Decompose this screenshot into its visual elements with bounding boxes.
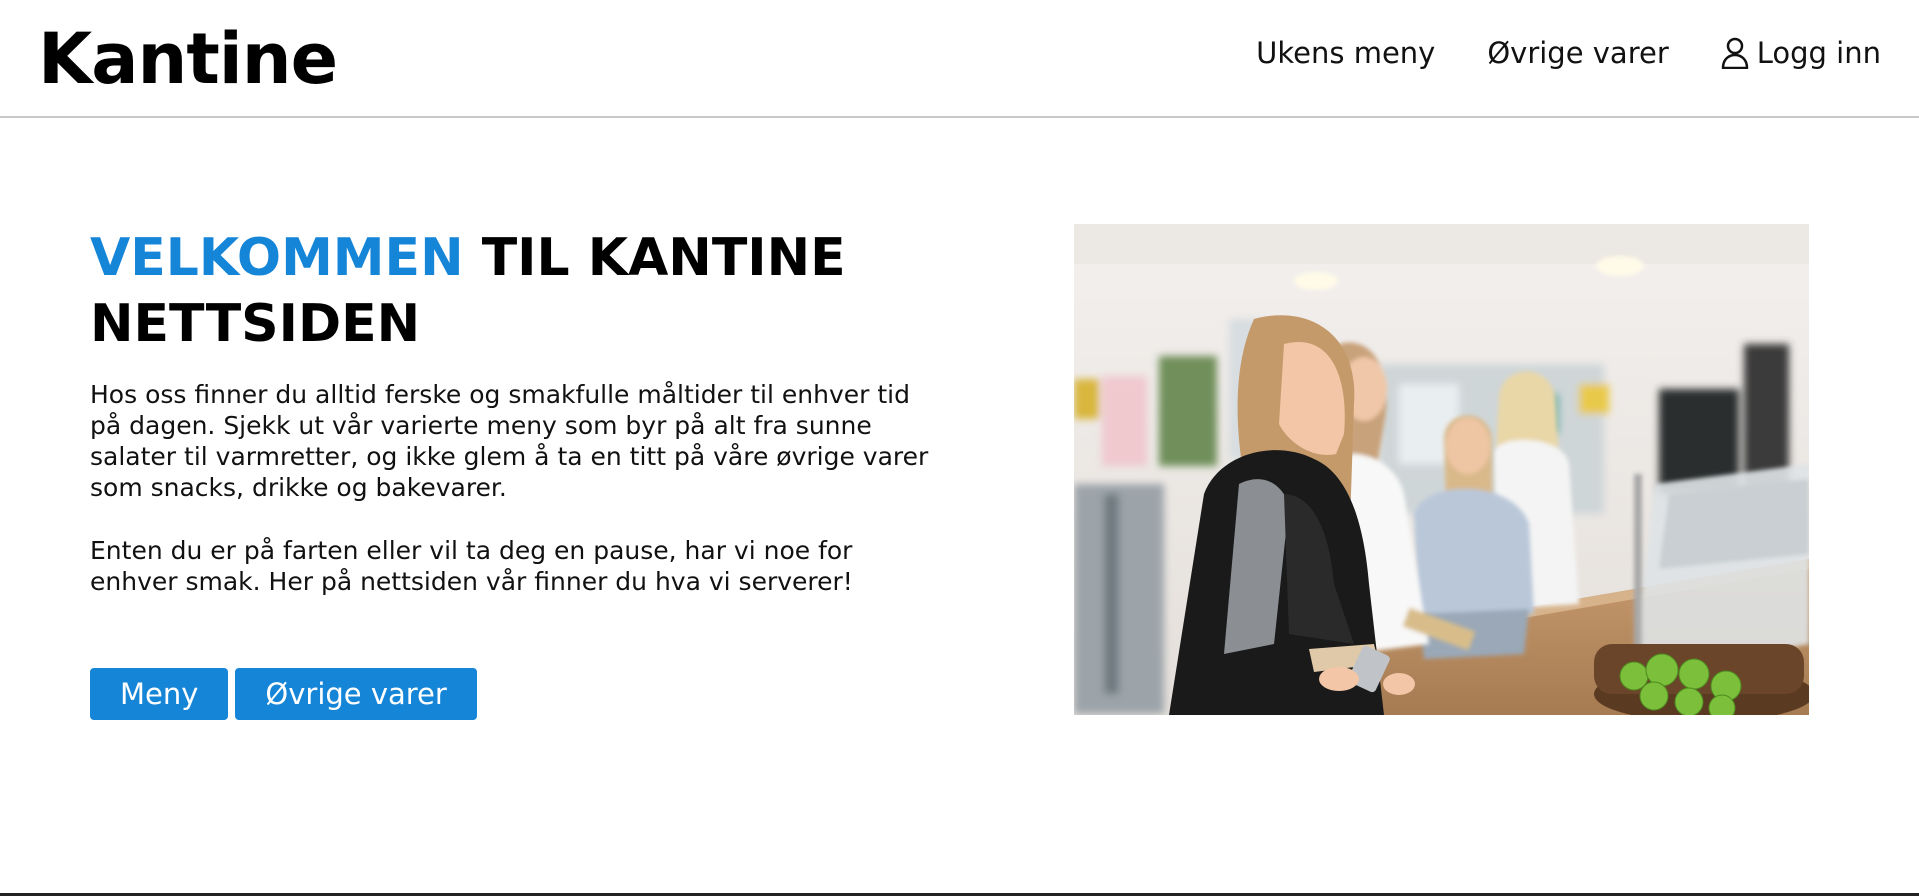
- hero-paragraph-1: Hos oss finner du alltid ferske og smakf…: [90, 380, 929, 502]
- nav-link-label: Ukens meny: [1256, 36, 1436, 70]
- hero-title: VELKOMMEN TIL KANTINE NETTSIDEN: [90, 225, 930, 357]
- brand-logo[interactable]: Kantine: [38, 14, 338, 104]
- menu-button[interactable]: Meny: [90, 668, 229, 720]
- cafeteria-photo: [1074, 224, 1809, 715]
- nav-link-label: Logg inn: [1756, 36, 1881, 70]
- nav-link-logg-inn[interactable]: Logg inn: [1721, 36, 1881, 70]
- nav-link-ukens-meny[interactable]: Ukens meny: [1256, 36, 1435, 70]
- hero-buttons: Meny Øvrige varer: [90, 668, 477, 720]
- hero-photo: [1074, 224, 1809, 715]
- nav-link-label: Øvrige varer: [1487, 36, 1669, 70]
- user-icon: [1721, 37, 1749, 69]
- hero-paragraph-2: Enten du er på farten eller vil ta deg e…: [90, 536, 853, 596]
- main-nav: Ukens meny Øvrige varer Logg inn: [1256, 36, 1881, 70]
- hero-section: VELKOMMEN TIL KANTINE NETTSIDEN Hos oss …: [90, 225, 930, 597]
- hero-title-accent: VELKOMMEN: [90, 228, 464, 288]
- site-header: Kantine Ukens meny Øvrige varer Logg inn: [0, 0, 1919, 118]
- nav-link-ovrige-varer[interactable]: Øvrige varer: [1487, 36, 1668, 70]
- other-items-button[interactable]: Øvrige varer: [235, 668, 477, 720]
